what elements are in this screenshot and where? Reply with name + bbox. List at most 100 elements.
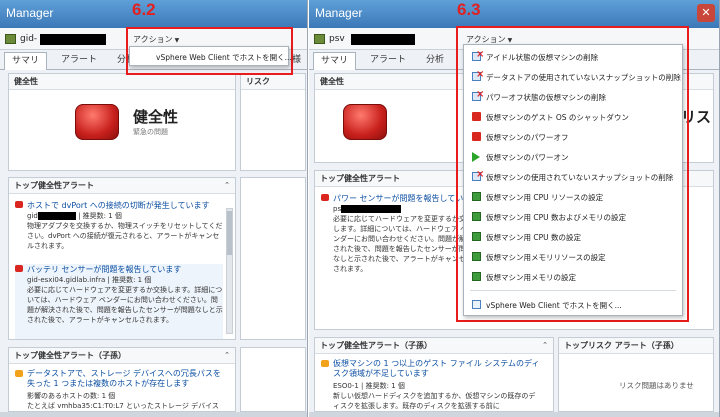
menu-item-open-web-client[interactable]: vSphere Web Client でホストを開く... (130, 47, 292, 67)
memory-icon (472, 252, 481, 261)
stop-icon (472, 112, 481, 121)
tab-alerts[interactable]: アラート (54, 52, 104, 70)
child-risk-panel: トップリスク アラート（子孫） リスク問題はありませ (558, 337, 714, 412)
tab-summary[interactable]: サマリ (4, 52, 48, 70)
left-window: Manager gid- アクション ▼ サマリ アラート 分析 様 健全性 健全… (0, 0, 308, 417)
warning-alarm-icon (15, 370, 23, 377)
menu-item-label: 仮想マシンの使用されていないスナップショットの削除 (486, 173, 674, 182)
alarm-detail: ESO0-1 | 推奨数: 1 個 (333, 382, 405, 390)
vm-delete-icon (472, 89, 484, 101)
host-name: gid- (20, 34, 38, 44)
menu-item-delete-idle-vms[interactable]: アイドル状態の仮想マシンの削除 (464, 47, 682, 67)
risk-panel: リスク (240, 73, 306, 171)
snapshot-delete-icon (472, 169, 484, 181)
menu-item-power-off-vm[interactable]: 仮想マシンのパワーオフ (464, 127, 682, 147)
menu-item-label: 仮想マシンのゲスト OS のシャットダウン (486, 113, 629, 122)
menu-item-set-memory-resources[interactable]: 仮想マシン用メモリリソースの設定 (464, 247, 682, 267)
menu-item-set-cpu-count[interactable]: 仮想マシン用 CPU 数の設定 (464, 227, 682, 247)
warning-alarm-icon (321, 360, 329, 367)
menu-item-label: パワーオフ状態の仮想マシンの削除 (486, 93, 606, 102)
redacted-host (37, 212, 76, 220)
alarm-title[interactable]: 仮想マシンの 1 つ以上のゲスト ファイル システムのディスク領域が不足していま… (333, 359, 541, 379)
health-label: 健全性 (133, 108, 179, 126)
menu-item-label: 仮想マシン用メモリリソースの設定 (486, 253, 606, 262)
play-icon (472, 152, 480, 162)
scrollbar-thumb[interactable] (227, 211, 232, 255)
alarm-item: ホストで dvPort への接続の切断が発生しています gid | 推奨数: 1… (15, 200, 223, 266)
panel-header: トップ健全性アラート ⌃ (9, 178, 235, 194)
menu-item-label: 仮想マシン用 CPU 数の設定 (486, 233, 582, 242)
snapshot-delete-icon (472, 69, 484, 81)
scrollbar[interactable] (226, 208, 233, 334)
menu-item-label: データストアの使用されていないスナップショットの削除 (486, 73, 681, 82)
menu-item-label: vSphere Web Client でホストを開く... (156, 53, 292, 62)
critical-alarm-icon (15, 265, 23, 272)
health-panel: 健全性 健全性 緊急の問題 (8, 73, 236, 171)
alarm-item: バッテリ センサーが問題を報告しています gid-esxi04.gidlab.i… (15, 264, 223, 339)
menu-item-delete-powered-off-vms[interactable]: パワーオフ状態の仮想マシンの削除 (464, 87, 682, 107)
alarm-detail: gid-esxi04.gidlab.infra | 推奨数: 1 個 (27, 276, 152, 284)
redacted-host-name (40, 34, 106, 45)
critical-health-badge (343, 104, 387, 140)
tab-summary[interactable]: サマリ (313, 52, 357, 70)
child-health-alerts-panel: トップ健全性アラート（子孫） ⌃ データストアで、ストレージ デバイスへの冗長パ… (8, 347, 236, 412)
stop-icon (472, 132, 481, 141)
panel-title: トップ健全性アラート (14, 181, 94, 190)
web-client-icon (472, 300, 481, 309)
step-label: 6.3 (457, 0, 481, 19)
menu-item-power-on-vm[interactable]: 仮想マシンのパワーオン (464, 147, 682, 167)
critical-alarm-icon (15, 201, 23, 208)
risk-alerts-panel (240, 177, 306, 340)
collapse-icon[interactable]: ⌃ (224, 348, 230, 363)
cpu-icon (472, 232, 481, 241)
menu-item-delete-datastore-snapshots[interactable]: データストアの使用されていないスナップショットの削除 (464, 67, 682, 87)
host-name: psv (329, 34, 345, 44)
host-icon (314, 34, 325, 44)
menu-separator (470, 290, 676, 291)
panel-title: トップ健全性アラート（子孫） (320, 341, 432, 350)
alarm-title[interactable]: バッテリ センサーが問題を報告しています (27, 264, 181, 275)
panel-title: トップ健全性アラート（子孫） (14, 351, 126, 360)
menu-item-set-cpu-count-and-memory[interactable]: 仮想マシン用 CPU 数およびメモリの設定 (464, 207, 682, 227)
menu-item-set-cpu-resources[interactable]: 仮想マシン用 CPU リソースの設定 (464, 187, 682, 207)
memory-icon (472, 272, 481, 281)
alarm-title[interactable]: ホストで dvPort への接続の切断が発生しています (27, 200, 210, 211)
menu-item-open-web-client[interactable]: vSphere Web Client でホストを開く... (464, 295, 682, 315)
panel-header: トップ健全性アラート（子孫） ⌃ (9, 348, 235, 364)
menu-item-label: vSphere Web Client でホストを開く... (486, 301, 622, 310)
alarm-body: 必要に応じてハードウェアを変更するか交換します。詳細については、ハードウェア ベ… (27, 286, 223, 324)
tab-alerts[interactable]: アラート (363, 52, 413, 70)
menu-item-label: 仮想マシン用 CPU リソースの設定 (486, 193, 604, 202)
redacted-host-name (351, 34, 415, 45)
alarm-body: 必要に応じてハードウェアを変更するか交換します。詳細については、ハードウェア ベ… (333, 215, 473, 273)
cpu-icon (472, 192, 481, 201)
close-icon[interactable]: ✕ (697, 4, 715, 22)
status-strip (309, 412, 719, 417)
title-bar: Manager ✕ (309, 0, 719, 28)
critical-health-badge (75, 104, 119, 140)
menu-item-label: 仮想マシンのパワーオン (486, 153, 569, 162)
alarm-detail: gid | 推奨数: 1 個 (27, 211, 223, 221)
right-window: Manager ✕ psv アクション ▼ サマリ アラート 分析 健全性 リス … (309, 0, 720, 417)
tab-analysis[interactable]: 分析 (419, 52, 451, 70)
alarm-item: データストアで、ストレージ デバイスへの冗長パスを失った 1 つまたは複数のホス… (15, 369, 223, 411)
menu-item-delete-vm-snapshots[interactable]: 仮想マシンの使用されていないスナップショットの削除 (464, 167, 682, 187)
window-title: Manager (315, 6, 363, 20)
menu-item-set-memory[interactable]: 仮想マシン用メモリの設定 (464, 267, 682, 287)
panel-header: トップ健全性アラート（子孫） ⌃ (315, 338, 553, 354)
alarm-title[interactable]: データストアで、ストレージ デバイスへの冗長パスを失った 1 つまたは複数のホス… (27, 369, 223, 389)
cpu-memory-icon (472, 212, 481, 221)
alarm-item: 仮想マシンの 1 つ以上のゲスト ファイル システムのディスク領域が不足していま… (321, 359, 541, 411)
empty-state-text: リスク問題はありませ (619, 381, 694, 390)
top-health-alerts-panel: トップ健全性アラート ⌃ ホストで dvPort への接続の切断が発生しています… (8, 177, 236, 340)
host-icon (5, 34, 16, 44)
alarm-detail-prefix: ps (333, 205, 342, 213)
collapse-icon[interactable]: ⌃ (542, 338, 548, 353)
alarm-body: 新しい仮想ハードディスクを追加するか、仮想マシンの既存のディスクを拡張します。既… (333, 392, 536, 410)
window-title: Manager (6, 6, 54, 20)
menu-item-label: 仮想マシンのパワーオフ (486, 133, 569, 142)
collapse-icon[interactable]: ⌃ (224, 178, 230, 193)
critical-alarm-icon (321, 194, 329, 201)
alarm-body: 物理アダプタを交換するか、物理スイッチをリセットしてください。dvPort への… (27, 222, 223, 250)
menu-item-shutdown-guest-os[interactable]: 仮想マシンのゲスト OS のシャットダウン (464, 107, 682, 127)
